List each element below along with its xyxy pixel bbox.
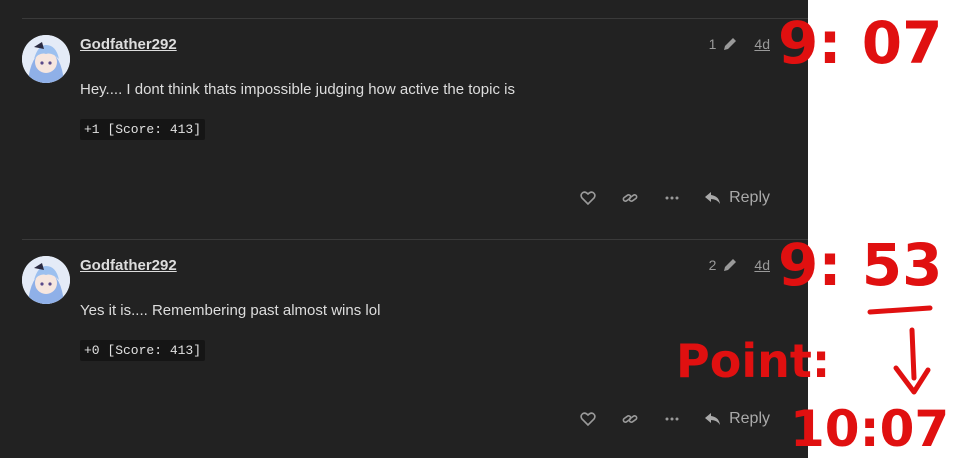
post-meta: 2 4d [709, 257, 770, 273]
link-icon[interactable] [621, 189, 639, 207]
forum-thread: Godfather292 1 4d Hey.... I dont think t… [0, 0, 808, 458]
link-icon[interactable] [621, 410, 639, 428]
username-link[interactable]: Godfather292 [80, 257, 177, 274]
annotation-time-1: 9: 07 [778, 9, 943, 77]
user-avatar[interactable] [22, 256, 70, 304]
reply-label: Reply [729, 189, 770, 206]
score-code: +0 [Score: 413] [80, 340, 206, 361]
score-code: +1 [Score: 413] [80, 119, 206, 140]
more-icon[interactable] [663, 189, 681, 207]
post-body: Yes it is.... Remembering past almost wi… [80, 302, 381, 319]
more-icon[interactable] [663, 410, 681, 428]
reply-icon [705, 413, 721, 425]
post-date[interactable]: 4d [754, 36, 770, 52]
annotation-arrow [867, 305, 933, 395]
reply-button[interactable]: Reply [705, 189, 770, 207]
post-actions: Reply [579, 410, 770, 428]
user-avatar[interactable] [22, 35, 70, 83]
heart-icon[interactable] [579, 189, 597, 207]
post-actions: Reply [579, 189, 770, 207]
reply-label: Reply [729, 410, 770, 427]
pencil-icon[interactable] [722, 257, 738, 273]
post-meta: 1 4d [709, 36, 770, 52]
pencil-icon[interactable] [722, 36, 738, 52]
post-body: Hey.... I dont think thats impossible ju… [80, 81, 515, 98]
edit-count[interactable]: 2 [709, 257, 717, 273]
username-link[interactable]: Godfather292 [80, 36, 177, 53]
reply-icon [705, 192, 721, 204]
edit-count[interactable]: 1 [709, 36, 717, 52]
heart-icon[interactable] [579, 410, 597, 428]
post-1: Godfather292 1 4d Hey.... I dont think t… [0, 19, 808, 239]
reply-button[interactable]: Reply [705, 410, 770, 428]
annotation-point-label: Point: [676, 334, 831, 388]
post-date[interactable]: 4d [754, 257, 770, 273]
annotation-time-3: 10:07 [790, 400, 950, 458]
annotation-time-2: 9: 53 [778, 231, 943, 299]
